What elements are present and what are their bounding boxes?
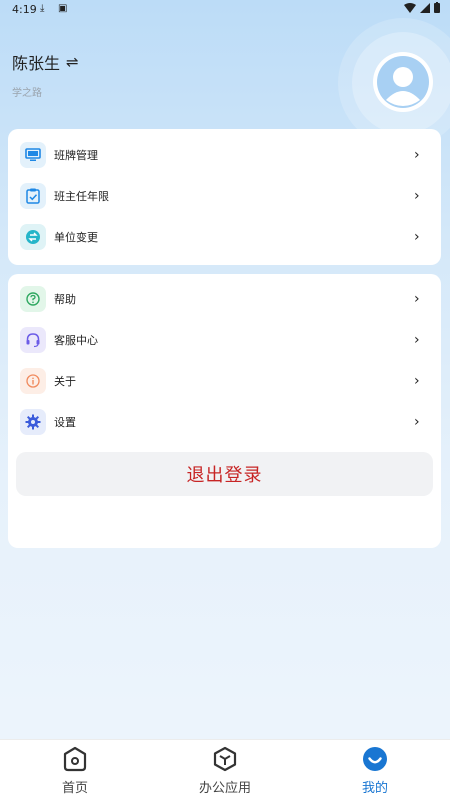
user-name: 陈张生	[12, 54, 61, 73]
chevron-right-icon: ›	[414, 229, 420, 245]
user-avatar-icon	[377, 56, 429, 108]
menu-item-label: 班牌管理	[54, 149, 98, 162]
exchange-icon	[20, 224, 46, 250]
nav-tab-office-apps[interactable]: 办公应用	[175, 740, 275, 800]
monitor-icon	[20, 142, 46, 168]
logout-button[interactable]: 退出登录	[16, 452, 433, 496]
download-icon: ⤓	[40, 3, 45, 14]
nav-tab-mine[interactable]: 我的	[325, 740, 425, 800]
status-time: 4:19	[12, 3, 37, 16]
chevron-right-icon: ›	[414, 147, 420, 163]
chevron-right-icon: ›	[414, 291, 420, 307]
chevron-right-icon: ›	[414, 373, 420, 389]
menu-item-customer-service[interactable]: 客服中心 ›	[8, 320, 441, 360]
battery-icon	[434, 2, 440, 13]
help-circle-icon	[20, 286, 46, 312]
profile-header: 陈张生 ⇌ 学之路	[12, 50, 79, 99]
status-bar: 4:19 ⤓ ▣	[0, 0, 450, 18]
menu-item-label: 帮助	[54, 293, 76, 306]
menu-item-help[interactable]: 帮助 ›	[8, 279, 441, 319]
nav-tab-home[interactable]: 首页	[25, 740, 125, 800]
clipboard-check-icon	[20, 183, 46, 209]
chevron-right-icon: ›	[414, 188, 420, 204]
menu-item-label: 客服中心	[54, 334, 98, 347]
nav-label: 办公应用	[198, 781, 251, 796]
home-icon	[63, 746, 87, 772]
menu-item-class-board[interactable]: 班牌管理 ›	[8, 135, 441, 175]
chevron-right-icon: ›	[414, 332, 420, 348]
headset-icon	[20, 327, 46, 353]
menu-item-label: 班主任年限	[54, 190, 109, 203]
menu-item-label: 关于	[54, 375, 76, 388]
bottom-nav: 首页 办公应用 我的	[0, 739, 450, 800]
menu-item-label: 单位变更	[54, 231, 98, 244]
menu-item-label: 设置	[54, 416, 76, 429]
avatar-container	[335, 18, 450, 148]
cube-icon	[213, 746, 237, 772]
smile-icon	[363, 747, 387, 771]
support-card: 帮助 › 客服中心 › 关于 › 设置 › 退出登录	[8, 274, 441, 548]
nav-label: 我的	[361, 781, 388, 796]
wifi-icon	[404, 2, 416, 13]
avatar[interactable]	[373, 52, 433, 112]
notification-icon: ▣	[58, 3, 68, 14]
chevron-right-icon: ›	[414, 414, 420, 430]
signal-icon	[420, 2, 430, 13]
switch-account-icon[interactable]: ⇌	[66, 53, 79, 71]
menu-item-unit-change[interactable]: 单位变更 ›	[8, 217, 441, 257]
nav-label: 首页	[61, 781, 88, 796]
menu-item-teacher-years[interactable]: 班主任年限 ›	[8, 176, 441, 216]
menu-item-about[interactable]: 关于 ›	[8, 361, 441, 401]
info-icon	[20, 368, 46, 394]
user-organization: 学之路	[12, 88, 42, 99]
menu-item-settings[interactable]: 设置 ›	[8, 402, 441, 442]
gear-icon	[20, 409, 46, 435]
management-card: 班牌管理 › 班主任年限 › 单位变更 ›	[8, 129, 441, 265]
